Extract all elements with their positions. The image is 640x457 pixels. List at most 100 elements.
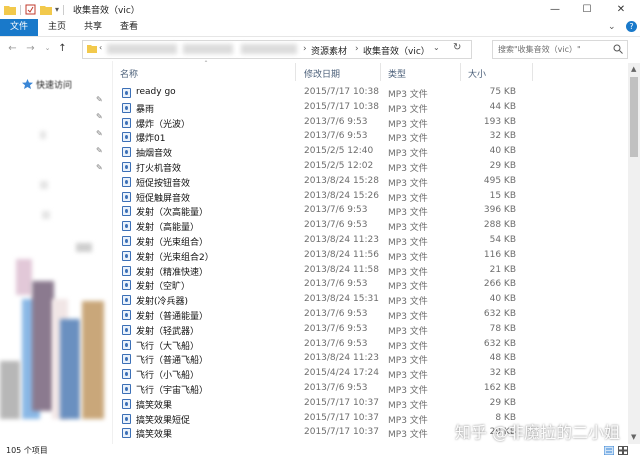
search-box[interactable]: 搜索"收集音效（vic）" <box>492 40 628 59</box>
tab-share[interactable]: 共享 <box>76 19 110 36</box>
tab-view[interactable]: 查看 <box>112 19 146 36</box>
up-arrow-icon[interactable]: ↑ <box>56 42 69 55</box>
column-divider[interactable] <box>460 63 461 81</box>
mp3-file-icon <box>122 162 131 172</box>
column-size[interactable]: 大小 <box>468 67 486 80</box>
minimize-button[interactable]: — <box>540 0 570 19</box>
refresh-icon[interactable]: ↻ <box>453 42 461 53</box>
back-arrow-icon[interactable]: ← <box>6 42 19 55</box>
file-row[interactable]: 打火机音效 2015/2/5 12:02 MP3 文件 29 KB <box>112 160 628 175</box>
file-type: MP3 文件 <box>388 400 428 411</box>
vertical-scrollbar[interactable]: ▲ ▼ <box>628 63 640 444</box>
column-divider[interactable] <box>380 63 381 81</box>
file-row[interactable]: 发射（高能量） 2013/7/6 9:53 MP3 文件 288 KB <box>112 219 628 234</box>
file-date: 2013/8/24 11:56 <box>304 249 379 260</box>
breadcrumb-chevron-icon[interactable]: ‹ <box>99 43 102 52</box>
file-type: MP3 文件 <box>388 430 428 441</box>
nav-item-quick-access[interactable]: 快速访问 <box>36 78 72 91</box>
file-row[interactable]: 抽烟音效 2015/2/5 12:40 MP3 文件 40 KB <box>112 145 628 160</box>
file-row[interactable]: 发射（次高能量） 2013/7/6 9:53 MP3 文件 396 KB <box>112 204 628 219</box>
folder-icon <box>87 45 97 53</box>
quick-access-toolbar: ▾ <box>4 3 68 16</box>
file-size: 632 KB <box>483 309 516 319</box>
file-size: 40 KB <box>489 294 516 305</box>
help-icon[interactable]: ? <box>626 21 637 32</box>
file-row[interactable]: 爆炸（光波） 2013/7/6 9:53 MP3 文件 193 KB <box>112 116 628 131</box>
column-divider[interactable] <box>295 63 296 81</box>
navigation-bar: ← → ⌄ ↑ ‹ › 资源素材 › 收集音效（vic） ⌄ ↻ 搜索"收集音效… <box>0 37 640 61</box>
file-row[interactable]: 暴雨 2015/7/17 10:38 MP3 文件 44 KB <box>112 101 628 116</box>
file-row[interactable]: 发射（轻武器） 2013/7/6 9:53 MP3 文件 78 KB <box>112 323 628 338</box>
mp3-file-icon <box>122 354 131 365</box>
column-name[interactable]: 名称 <box>120 67 138 80</box>
file-name: 短促触屏音效 <box>136 193 191 204</box>
address-bar[interactable]: ‹ › 资源素材 › 收集音效（vic） ⌄ ↻ <box>82 40 472 59</box>
column-divider[interactable] <box>532 63 533 81</box>
search-icon[interactable] <box>613 44 623 54</box>
file-type: MP3 文件 <box>388 356 428 367</box>
blurred-nav-item <box>82 301 104 419</box>
large-icons-view-icon[interactable] <box>618 446 628 455</box>
file-row[interactable]: 发射（光束组合2） 2013/8/24 11:56 MP3 文件 116 KB <box>112 249 628 264</box>
breadcrumb-separator-icon: › <box>355 44 359 54</box>
breadcrumb-item[interactable]: 资源素材 <box>311 44 347 57</box>
file-type: MP3 文件 <box>388 223 428 234</box>
file-date: 2013/8/24 15:28 <box>304 175 379 186</box>
star-icon[interactable] <box>22 79 33 89</box>
file-date: 2013/7/6 9:53 <box>304 383 368 393</box>
file-row[interactable]: ready go 2015/7/17 10:38 MP3 文件 75 KB <box>112 86 628 101</box>
column-date[interactable]: 修改日期 <box>304 67 340 80</box>
tab-file[interactable]: 文件 <box>0 19 38 36</box>
expand-ribbon-chevron-icon[interactable]: ⌄ <box>608 22 616 32</box>
file-date: 2013/7/6 9:53 <box>304 338 368 349</box>
forward-arrow-icon[interactable]: → <box>24 42 37 55</box>
tab-home[interactable]: 主页 <box>40 19 74 36</box>
file-row[interactable]: 发射（光束组合） 2013/8/24 11:23 MP3 文件 54 KB <box>112 234 628 249</box>
file-row[interactable]: 飞行（小飞船） 2015/4/24 17:24 MP3 文件 32 KB <box>112 367 628 382</box>
file-size: 15 KB <box>489 190 516 201</box>
file-size: 32 KB <box>489 368 516 379</box>
file-name: 飞行（大飞船） <box>136 341 200 352</box>
file-size: 29 KB <box>489 397 516 408</box>
file-row[interactable]: 爆炸01 2013/7/6 9:53 MP3 文件 32 KB <box>112 130 628 145</box>
mp3-file-icon <box>122 117 131 128</box>
file-row[interactable]: 发射（空旷） 2013/7/6 9:53 MP3 文件 266 KB <box>112 278 628 293</box>
file-row[interactable]: 发射(冷兵器) 2013/8/24 15:31 MP3 文件 40 KB <box>112 293 628 308</box>
ribbon: 文件 主页 共享 查看 ⌄ ? <box>0 19 640 37</box>
maximize-button[interactable]: ☐ <box>572 0 602 19</box>
file-row[interactable]: 飞行（宇宙飞船） 2013/7/6 9:53 MP3 文件 162 KB <box>112 382 628 397</box>
file-row[interactable]: 搞笑效果 2015/7/17 10:37 MP3 文件 29 KB <box>112 397 628 412</box>
file-type: MP3 文件 <box>388 164 428 174</box>
file-row[interactable]: 发射（普通能量） 2013/7/6 9:53 MP3 文件 632 KB <box>112 308 628 323</box>
recent-locations-chevron-icon[interactable]: ⌄ <box>41 42 54 55</box>
blurred-path-segment <box>241 44 297 54</box>
breadcrumb-item[interactable]: 收集音效（vic） <box>363 44 430 57</box>
blurred-path-segment <box>107 44 177 54</box>
file-row[interactable]: 短促触屏音效 2013/8/24 15:26 MP3 文件 15 KB <box>112 190 628 205</box>
file-type: MP3 文件 <box>388 178 428 189</box>
blurred-nav-item <box>0 361 20 419</box>
search-input[interactable]: 搜索"收集音效（vic）" <box>498 44 581 55</box>
file-name: 搞笑效果短促 <box>136 415 191 426</box>
blurred-nav-item <box>32 281 54 411</box>
breadcrumb-separator-icon: › <box>303 44 307 54</box>
scroll-up-arrow-icon[interactable]: ▲ <box>631 65 636 73</box>
file-name: 暴雨 <box>136 104 155 115</box>
file-row[interactable]: 飞行（大飞船） 2013/7/6 9:53 MP3 文件 632 KB <box>112 338 628 353</box>
file-size: 162 KB <box>483 383 516 393</box>
column-type[interactable]: 类型 <box>388 67 406 80</box>
close-button[interactable]: ✕ <box>606 0 636 19</box>
file-name: 短促按钮音效 <box>136 178 191 189</box>
file-row[interactable]: 飞行（普通飞船） 2013/8/24 11:23 MP3 文件 48 KB <box>112 352 628 367</box>
mp3-file-icon <box>122 295 131 306</box>
item-count: 105 个项目 <box>6 446 48 455</box>
properties-icon[interactable] <box>25 4 36 15</box>
new-folder-icon[interactable] <box>40 4 52 15</box>
customize-qa-chevron-icon[interactable]: ▾ <box>55 5 59 14</box>
details-view-icon[interactable] <box>604 446 614 455</box>
address-dropdown-chevron-icon[interactable]: ⌄ <box>433 43 440 52</box>
file-row[interactable]: 发射（精准快速） 2013/8/24 11:58 MP3 文件 21 KB <box>112 264 628 279</box>
file-row[interactable]: 短促按钮音效 2013/8/24 15:28 MP3 文件 495 KB <box>112 175 628 190</box>
scroll-down-arrow-icon[interactable]: ▼ <box>631 433 636 441</box>
scrollbar-thumb[interactable] <box>630 77 638 157</box>
